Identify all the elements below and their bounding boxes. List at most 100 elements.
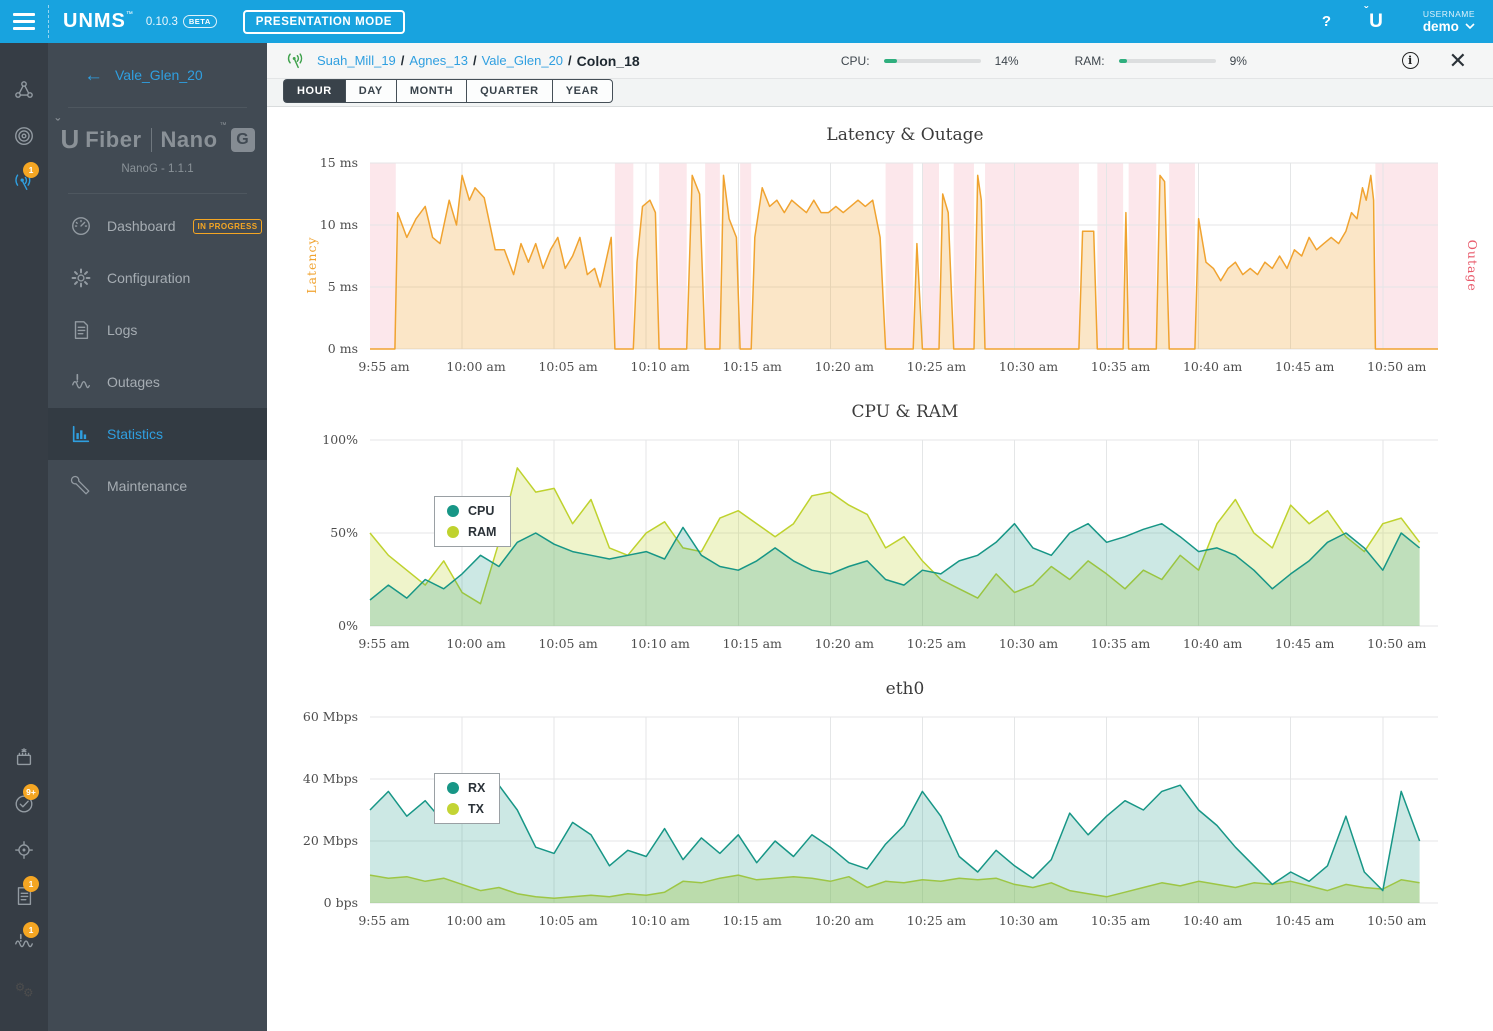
tab-year[interactable]: YEAR xyxy=(551,79,613,103)
rail-logs-doc-button[interactable]: 1 xyxy=(11,876,39,909)
device-version: NanoG - 1.1.1 xyxy=(121,163,194,175)
chart-title: eth0 xyxy=(885,679,925,699)
legend-label: RAM xyxy=(468,525,497,539)
rail-firmware-button[interactable] xyxy=(11,745,37,771)
svg-text:10:00 am: 10:00 am xyxy=(446,913,505,928)
chart-title: Latency & Outage xyxy=(826,125,984,145)
ubiquiti-logo-icon[interactable]: U xyxy=(1364,4,1383,33)
breadcrumb-link[interactable]: Vale_Glen_20 xyxy=(482,53,563,68)
sidebar-item-dashboard[interactable]: Dashboard IN PROGRESS xyxy=(48,200,267,252)
sidebar-item-statistics[interactable]: Statistics xyxy=(48,408,267,460)
chart-plot: 0 ms 5 ms 10 ms 15 ms 9:55 am 10:00 am 10:05 a… xyxy=(282,155,1480,388)
chart-latency-outage: Latency & Outage 0 ms 5 ms 10 ms 15 ms 9:55 a… xyxy=(282,125,1480,388)
configuration-icon xyxy=(70,267,92,289)
svg-text:100%: 100% xyxy=(322,432,358,447)
rail-discovery-button[interactable] xyxy=(11,837,37,863)
sidebar-item-logs[interactable]: Logs xyxy=(48,304,267,356)
svg-text:10:00 am: 10:00 am xyxy=(446,359,505,374)
svg-text:10:50 am: 10:50 am xyxy=(1367,636,1426,651)
ram-bar xyxy=(1118,58,1216,63)
back-site-name: Vale_Glen_20 xyxy=(115,67,203,83)
svg-text:10:45 am: 10:45 am xyxy=(1275,359,1334,374)
rail-tasks-check-button[interactable]: 9+ xyxy=(11,784,39,817)
svg-text:10:40 am: 10:40 am xyxy=(1183,913,1242,928)
notification-badge: 1 xyxy=(23,162,39,178)
svg-text:10:10 am: 10:10 am xyxy=(631,636,690,651)
notification-badge: 9+ xyxy=(23,784,39,800)
svg-text:10:40 am: 10:40 am xyxy=(1183,359,1242,374)
svg-text:0%: 0% xyxy=(338,618,358,633)
breadcrumb: Suah_Mill_19 / Agnes_13 / Vale_Glen_20 / Colon… xyxy=(317,53,640,69)
svg-text:40 Mbps: 40 Mbps xyxy=(303,771,358,786)
legend-label: TX xyxy=(468,802,484,816)
rail-settings-gears-button[interactable]: ⚙ ⚙ xyxy=(11,975,37,1001)
rail-devices-button[interactable] xyxy=(11,123,37,149)
svg-text:10:45 am: 10:45 am xyxy=(1275,913,1334,928)
legend-label: CPU xyxy=(468,504,495,518)
sidebar-item-label: Outages xyxy=(107,374,160,390)
firmware-icon xyxy=(13,747,35,769)
device-header: Suah_Mill_19 / Agnes_13 / Vale_Glen_20 / Colon… xyxy=(267,43,1493,79)
svg-text:10:20 am: 10:20 am xyxy=(815,359,874,374)
breadcrumb-link[interactable]: Suah_Mill_19 xyxy=(317,53,396,68)
sidebar-item-configuration[interactable]: Configuration xyxy=(48,252,267,304)
ram-value: 9% xyxy=(1229,53,1247,68)
presentation-mode-button[interactable]: PRESENTATION MODE xyxy=(242,9,406,34)
close-icon[interactable]: ✕ xyxy=(1449,49,1467,72)
maintenance-icon xyxy=(70,475,92,497)
topbar-divider xyxy=(48,5,49,38)
svg-text:10:30 am: 10:30 am xyxy=(999,636,1058,651)
in-progress-badge: IN PROGRESS xyxy=(192,218,263,234)
sidebar-item-label: Dashboard xyxy=(107,218,176,234)
breadcrumb-link[interactable]: Agnes_13 xyxy=(409,53,468,68)
svg-text:10:20 am: 10:20 am xyxy=(815,913,874,928)
notification-badge: 1 xyxy=(23,876,39,892)
logs-icon xyxy=(70,319,92,341)
chart-plot: 0 bps 20 Mbps 40 Mbps 60 Mbps 9:55 am 10:00 a… xyxy=(282,709,1468,942)
rail-outages-pulse-button[interactable]: 1 xyxy=(11,922,39,955)
svg-text:10:25 am: 10:25 am xyxy=(907,359,966,374)
devices-icon xyxy=(13,125,35,147)
user-menu[interactable]: USERNAME demo xyxy=(1423,9,1475,34)
username-label: USERNAME xyxy=(1422,9,1475,19)
svg-text:10:35 am: 10:35 am xyxy=(1091,913,1150,928)
notification-badge: 1 xyxy=(23,922,39,938)
back-to-site-link[interactable]: ← Vale_Glen_20 xyxy=(48,43,267,107)
svg-text:50%: 50% xyxy=(330,525,358,540)
cpu-gauge: CPU: 14% xyxy=(841,54,1027,68)
tab-hour[interactable]: HOUR xyxy=(283,79,345,103)
time-range-tabbar: HOUR DAY MONTH QUARTER YEAR xyxy=(267,79,1493,107)
sidebar-item-label: Logs xyxy=(107,322,138,338)
tab-quarter[interactable]: QUARTER xyxy=(466,79,552,103)
help-icon[interactable]: ? xyxy=(1322,13,1331,30)
cpu-label: CPU: xyxy=(840,53,870,68)
svg-text:10:50 am: 10:50 am xyxy=(1367,359,1426,374)
tab-day[interactable]: DAY xyxy=(344,79,396,103)
svg-text:10:35 am: 10:35 am xyxy=(1091,636,1150,651)
tab-month[interactable]: MONTH xyxy=(395,79,467,103)
cpu-value: 14% xyxy=(994,53,1019,68)
svg-text:10:05 am: 10:05 am xyxy=(538,359,597,374)
legend-dot xyxy=(447,782,459,794)
svg-text:10:15 am: 10:15 am xyxy=(723,636,782,651)
svg-text:10:25 am: 10:25 am xyxy=(907,913,966,928)
svg-text:5 ms: 5 ms xyxy=(328,279,358,294)
legend-item-ram: RAM xyxy=(447,525,496,539)
svg-text:15 ms: 15 ms xyxy=(320,155,358,170)
svg-text:10:05 am: 10:05 am xyxy=(538,636,597,651)
svg-text:9:55 am: 9:55 am xyxy=(358,913,409,928)
legend-dot xyxy=(447,505,459,517)
sidebar-item-outages[interactable]: Outages xyxy=(48,356,267,408)
svg-text:10:10 am: 10:10 am xyxy=(631,359,690,374)
sidebar-item-maintenance[interactable]: Maintenance xyxy=(48,460,267,512)
svg-text:10:30 am: 10:30 am xyxy=(999,359,1058,374)
svg-text:20 Mbps: 20 Mbps xyxy=(303,833,358,848)
discovery-icon xyxy=(13,839,35,861)
ram-label: RAM: xyxy=(1074,53,1105,68)
rail-sites-button[interactable] xyxy=(11,77,37,103)
rail-antenna-button[interactable]: 1 xyxy=(11,162,39,195)
breadcrumb-separator: / xyxy=(472,53,477,68)
info-icon[interactable]: i xyxy=(1401,52,1419,69)
sidebar-item-label: Maintenance xyxy=(107,478,188,494)
menu-icon[interactable] xyxy=(0,0,48,43)
